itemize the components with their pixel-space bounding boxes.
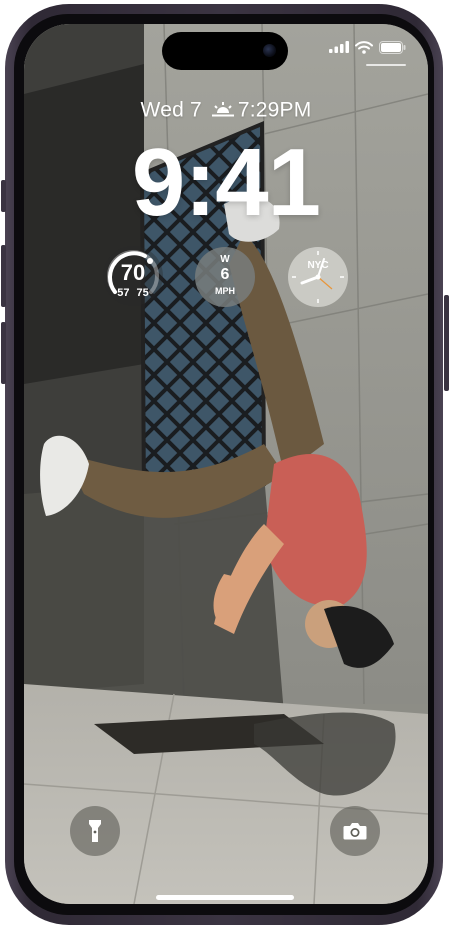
camera-button[interactable] <box>330 806 380 856</box>
camera-icon <box>343 823 367 840</box>
cellular-signal-icon <box>329 41 349 53</box>
lock-indicator-bar <box>366 64 406 66</box>
lock-screen-time: 9:41 <box>131 129 321 236</box>
battery-icon <box>379 40 406 54</box>
action-button[interactable] <box>1 180 6 212</box>
wifi-icon <box>355 40 373 54</box>
temperature-widget[interactable]: 70 57 75 <box>103 246 163 306</box>
dynamic-island <box>162 32 288 70</box>
temperature-current: 70 <box>120 260 146 285</box>
status-icons <box>329 39 406 55</box>
front-camera <box>263 44 276 57</box>
lock-screen: Wed 7 7:29PM 9:41 70 57 75 W 6 MPH NYC <box>24 24 428 904</box>
temperature-low: 57 <box>117 287 130 299</box>
date-row: Wed 7 7:29PM <box>24 98 428 122</box>
volume-up-button[interactable] <box>1 245 6 307</box>
wind-widget[interactable]: W 6 MPH <box>195 247 255 307</box>
analog-clock-icon <box>292 251 344 303</box>
temperature-range: 57 75 <box>103 287 163 299</box>
sunset-icon <box>211 102 234 117</box>
date-label: Wed 7 <box>140 98 202 122</box>
power-button[interactable] <box>444 295 449 391</box>
temperature-high: 75 <box>136 287 149 299</box>
wind-unit: MPH <box>215 286 235 296</box>
sunset-time: 7:29PM <box>237 98 312 122</box>
wind-speed: 6 <box>220 266 230 283</box>
volume-down-button[interactable] <box>1 322 6 384</box>
flashlight-button[interactable] <box>70 806 120 856</box>
world-clock-widget[interactable]: NYC <box>288 247 348 307</box>
wind-direction: W <box>220 254 230 265</box>
home-indicator[interactable] <box>156 895 294 900</box>
flashlight-icon <box>89 820 101 842</box>
world-clock-city: NYC <box>307 260 329 271</box>
